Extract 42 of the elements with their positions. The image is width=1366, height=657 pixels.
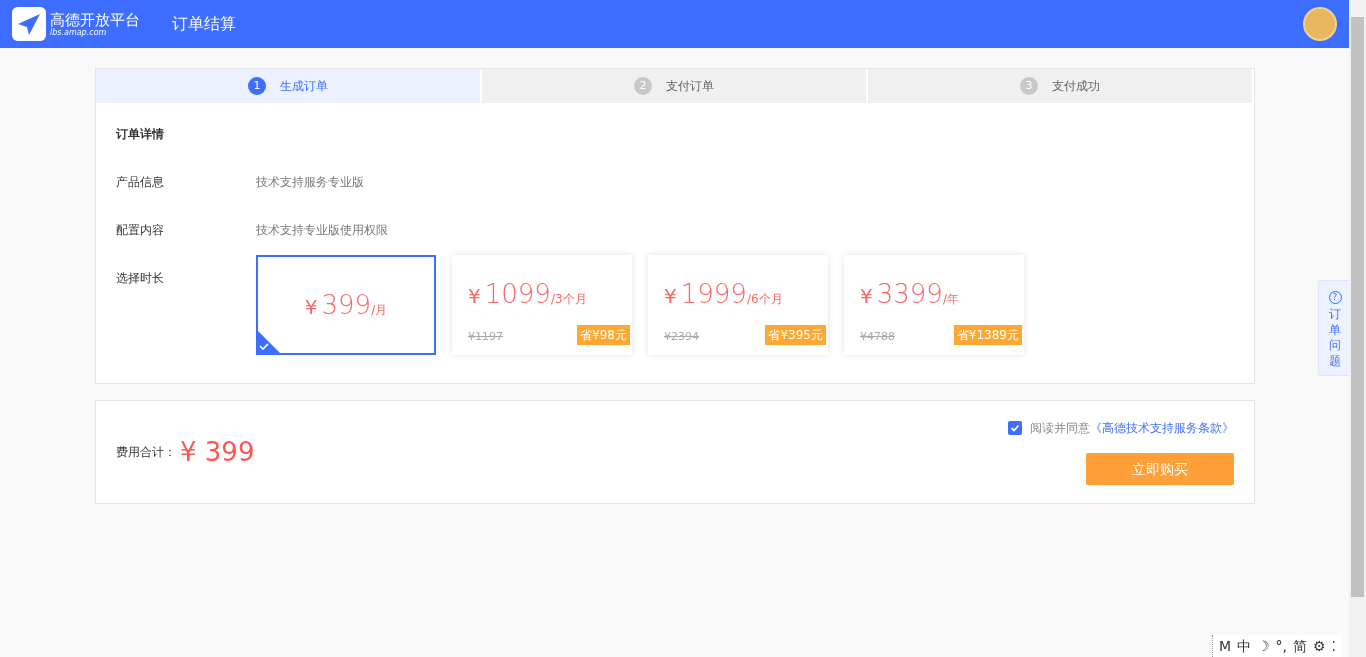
ime-button[interactable]: ⚙	[1313, 635, 1326, 657]
ime-button[interactable]: ⁚	[1331, 635, 1336, 657]
agree-text: 阅读并同意	[1030, 420, 1090, 437]
step-tab[interactable]: 1 生成订单	[96, 69, 482, 103]
logo-title: 高德开放平台	[50, 11, 140, 28]
ime-button[interactable]: 中	[1236, 635, 1251, 657]
saving-badge: 省¥98元	[577, 325, 630, 345]
ime-button[interactable]: 简	[1293, 635, 1307, 657]
saving-badge: 省¥395元	[765, 325, 826, 345]
ime-button[interactable]: ☽	[1256, 635, 1270, 657]
section-title: 订单详情	[116, 126, 165, 143]
field-value: 技术支持专业版使用权限	[256, 222, 388, 239]
page-title: 订单结算	[172, 13, 236, 35]
field-label: 选择时长	[116, 271, 164, 285]
total-amount: ¥ 399	[180, 435, 255, 469]
terms-link[interactable]: 《高德技术支持服务条款》	[1090, 419, 1234, 437]
plan-card[interactable]: ¥3399/年 ¥4788 省¥1389元	[844, 255, 1024, 355]
original-price: ¥2394	[664, 328, 699, 345]
original-price: ¥4788	[860, 328, 895, 345]
field-label: 配置内容	[116, 223, 164, 237]
selected-check-icon	[258, 331, 280, 353]
price-text: ¥1999/6个月	[664, 278, 783, 311]
plan-card[interactable]: ¥1099/3个月 ¥1197 省¥98元	[452, 255, 632, 355]
logo-icon	[12, 7, 46, 41]
ime-button[interactable]: °,	[1275, 635, 1287, 657]
scrollbar[interactable]	[1349, 0, 1366, 657]
total-label: 费用合计：	[116, 444, 176, 461]
field-value: 技术支持服务专业版	[256, 174, 364, 191]
ime-button[interactable]: M	[1218, 635, 1231, 657]
checkmark-icon	[1010, 423, 1020, 433]
original-price: ¥1197	[468, 328, 503, 345]
agree-checkbox[interactable]	[1008, 421, 1022, 435]
price-text: ¥1099/3个月	[468, 278, 587, 311]
price-text: ¥399/月	[304, 288, 388, 322]
saving-badge: 省¥1389元	[953, 325, 1022, 345]
plan-card[interactable]: ¥399/月	[256, 255, 436, 355]
field-label: 产品信息	[116, 175, 164, 189]
logo-subtitle: lbs.amap.com	[50, 27, 108, 37]
price-text: ¥3399/年	[860, 278, 959, 311]
help-tab[interactable]: ? 订单问题	[1318, 280, 1352, 377]
avatar[interactable]	[1303, 7, 1337, 41]
plan-card[interactable]: ¥1999/6个月 ¥2394 省¥395元	[648, 255, 828, 355]
